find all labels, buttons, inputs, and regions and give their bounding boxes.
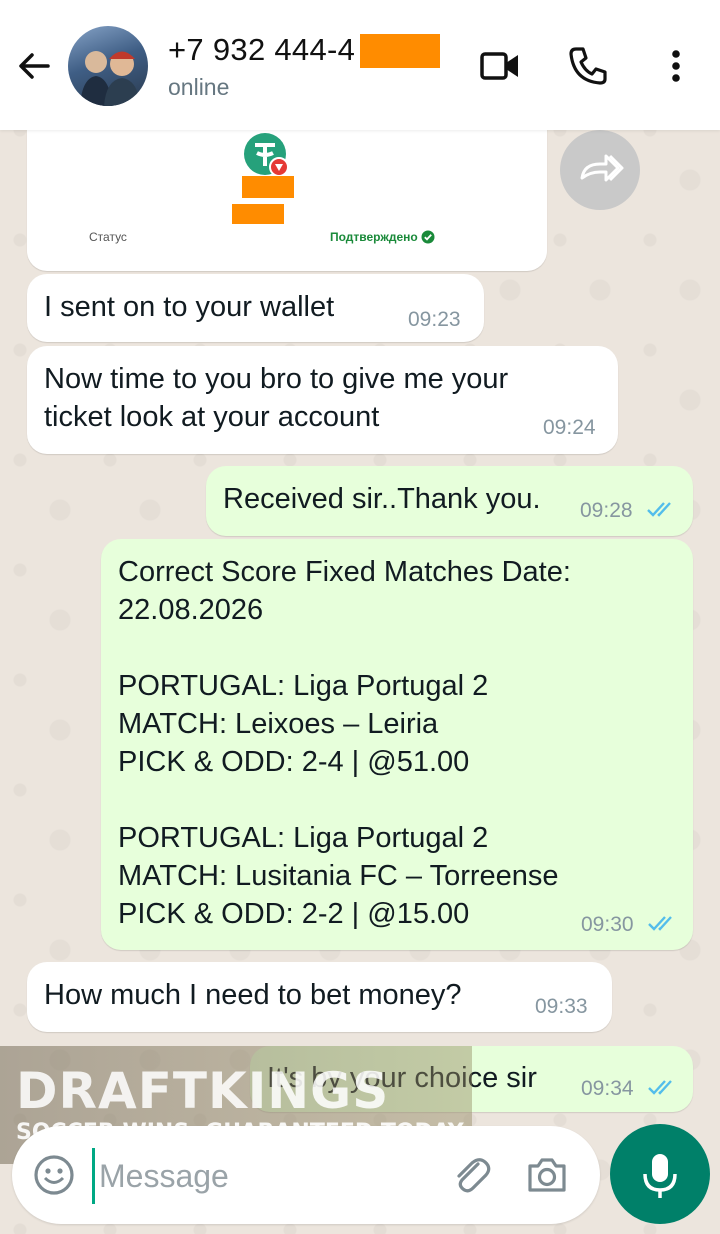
chat-header: +7 932 444-4 online — [0, 0, 720, 130]
receipt-image-message[interactable]: Статус Подтверждено — [27, 126, 547, 271]
message-text: Now time to you bro to give me your tick… — [44, 363, 509, 433]
receipt-status-label: Статус — [89, 230, 127, 244]
message-composer — [12, 1126, 600, 1224]
redaction-box — [232, 204, 284, 224]
message-time: 09:30 — [581, 913, 634, 936]
attach-icon[interactable] — [448, 1152, 494, 1198]
forward-button[interactable] — [560, 130, 640, 210]
ad-logo: DRAFTKINGS — [16, 1062, 390, 1120]
emoji-icon[interactable] — [32, 1153, 76, 1197]
back-arrow-icon[interactable] — [14, 46, 54, 86]
message-bubble-incoming[interactable]: I sent on to your wallet 09:23 — [27, 274, 484, 342]
redaction-box — [242, 176, 294, 198]
message-text: I sent on to your wallet — [44, 291, 335, 323]
phone-icon[interactable] — [566, 44, 610, 88]
double-check-icon — [647, 502, 671, 517]
video-call-icon[interactable] — [478, 44, 522, 88]
message-time: 09:23 — [408, 308, 461, 331]
message-bubble-outgoing[interactable]: Correct Score Fixed Matches Date: 22.08.… — [101, 539, 693, 950]
message-time: 09:24 — [543, 416, 596, 439]
mic-button[interactable] — [610, 1124, 710, 1224]
message-bubble-incoming[interactable]: Now time to you bro to give me your tick… — [27, 346, 618, 454]
message-text: How much I need to bet money? — [44, 979, 462, 1011]
avatar[interactable] — [68, 26, 148, 106]
message-text: Correct Score Fixed Matches Date: 22.08.… — [118, 556, 571, 930]
double-check-icon — [648, 916, 672, 931]
redaction-box — [360, 34, 440, 68]
contact-status: online — [168, 74, 230, 100]
message-time: 09:34 — [581, 1077, 634, 1100]
contact-name[interactable]: +7 932 444-4 — [168, 32, 355, 68]
mic-icon — [643, 1154, 677, 1198]
forward-icon — [580, 154, 624, 182]
message-input[interactable] — [92, 1148, 441, 1204]
message-bubble-outgoing[interactable]: Received sir..Thank you. 09:28 — [206, 466, 693, 536]
message-bubble-incoming[interactable]: How much I need to bet money? 09:33 — [27, 962, 612, 1032]
more-vert-icon[interactable] — [654, 44, 698, 88]
message-time: 09:28 — [580, 499, 633, 522]
receipt-status-value: Подтверждено — [330, 230, 418, 244]
double-check-icon — [648, 1080, 672, 1095]
message-text: Received sir..Thank you. — [223, 483, 541, 515]
camera-icon[interactable] — [524, 1152, 570, 1198]
check-circle-icon — [421, 230, 435, 244]
message-time: 09:33 — [535, 995, 588, 1018]
tether-logo-icon — [244, 133, 289, 177]
avatar-photo — [80, 51, 140, 106]
